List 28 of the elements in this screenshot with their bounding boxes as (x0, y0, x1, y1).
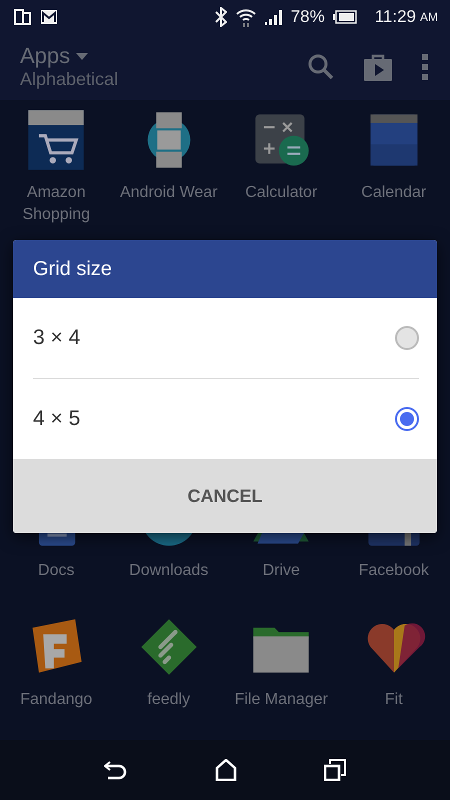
radio-button[interactable] (395, 407, 419, 431)
app-bar-subtitle: Alphabetical (20, 69, 120, 90)
signal-icon (264, 8, 283, 24)
app-shortcut[interactable]: Calculator (225, 108, 338, 226)
cancel-button[interactable]: CANCEL (168, 476, 282, 516)
app-shortcut[interactable]: Fandango (0, 615, 112, 730)
grid-size-option[interactable]: 4 × 5 (13, 379, 437, 459)
app-shortcut[interactable]: Android Wear (112, 108, 225, 226)
phone-icon (14, 8, 32, 26)
app-shortcut[interactable]: Calendar (338, 108, 450, 226)
bluetooth-icon (214, 6, 227, 26)
app-shortcut[interactable]: Fit (338, 615, 450, 730)
app-shortcut[interactable]: feedly (112, 615, 225, 730)
app-shortcut[interactable]: Amazon Shopping (0, 108, 112, 226)
option-label: 4 × 5 (33, 407, 80, 431)
clock-time: 11:29 (374, 6, 416, 26)
dropdown-caret-icon[interactable] (76, 52, 88, 60)
battery-icon (332, 10, 357, 24)
radio-button[interactable] (395, 326, 419, 350)
wifi-icon (234, 6, 257, 26)
dialog-title: Grid size (33, 258, 112, 280)
app-shortcut[interactable]: File Manager (225, 615, 338, 730)
mail-icon (40, 8, 58, 24)
clock-meridiem: AM (420, 10, 438, 24)
grid-size-option[interactable]: 3 × 4 (13, 298, 437, 378)
battery-percentage: 78% (290, 6, 325, 26)
app-bar-title[interactable]: Apps (20, 43, 70, 69)
option-label: 3 × 4 (33, 326, 80, 350)
